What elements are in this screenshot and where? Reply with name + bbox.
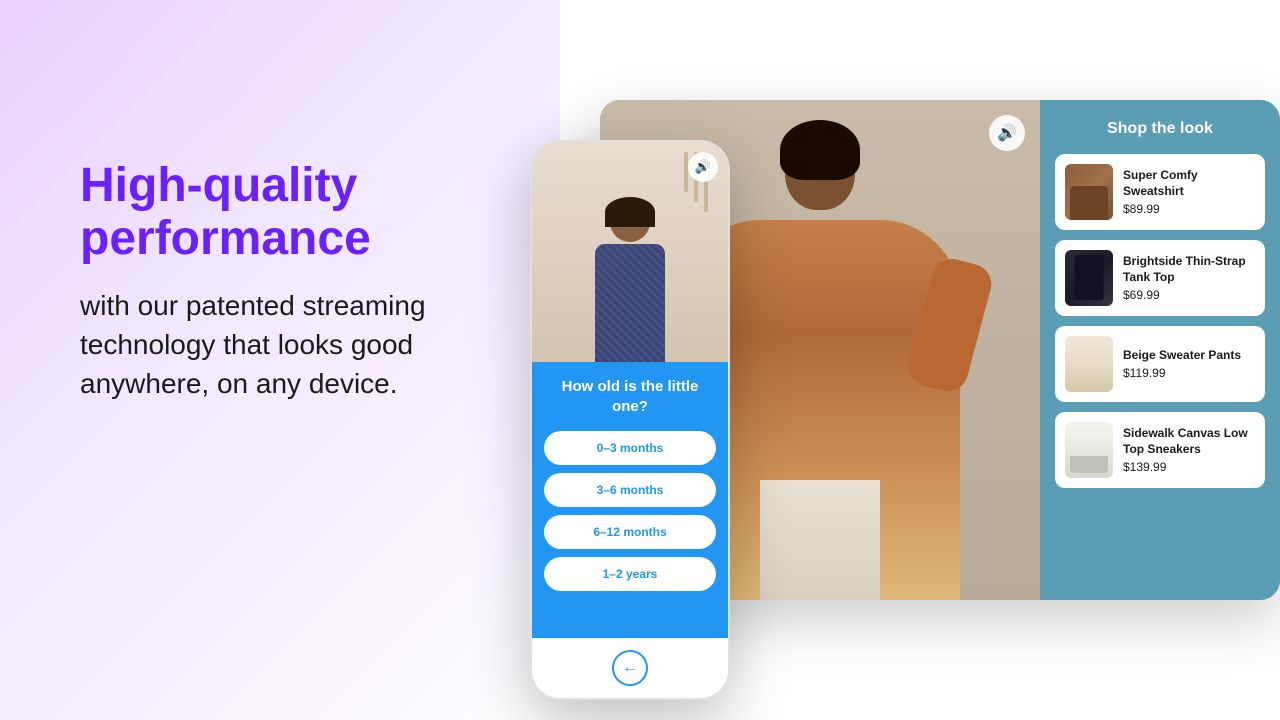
quiz-question: How old is the little one?: [544, 377, 716, 416]
product-thumb-pants: [1065, 336, 1113, 392]
product-info-pants: Beige Sweater Pants $119.99: [1123, 348, 1255, 381]
presenter-hair: [605, 197, 655, 227]
headline-line1: High-quality: [80, 159, 357, 212]
product-info-sweatshirt: Super Comfy Sweatshirt $89.99: [1123, 168, 1255, 216]
product-thumb-tanktop: [1065, 250, 1113, 306]
product-info-tanktop: Brightside Thin-Strap Tank Top $69.99: [1123, 254, 1255, 302]
quiz-option-1[interactable]: 3–6 months: [544, 473, 716, 507]
product-name-sweatshirt: Super Comfy Sweatshirt: [1123, 168, 1255, 199]
decoration-3: [684, 152, 688, 192]
product-name-pants: Beige Sweater Pants: [1123, 348, 1255, 364]
headline-line2: performance: [80, 212, 371, 265]
phone-video-area: 🔊: [532, 142, 728, 362]
presenter-head: [610, 202, 650, 242]
tablet-sound-button[interactable]: 🔊: [989, 115, 1025, 151]
product-card-sweatshirt[interactable]: Super Comfy Sweatshirt $89.99: [1055, 154, 1265, 230]
phone-quiz-area: How old is the little one? 0–3 months 3–6…: [532, 362, 728, 638]
shop-title: Shop the look: [1055, 120, 1265, 138]
phone-sound-button[interactable]: 🔊: [688, 152, 718, 182]
product-name-sneakers: Sidewalk Canvas Low Top Sneakers: [1123, 426, 1255, 457]
presenter-figure: [580, 182, 680, 362]
product-name-tanktop: Brightside Thin-Strap Tank Top: [1123, 254, 1255, 285]
phone-device: 🔊 How old is the little one? 0–3 months 3…: [530, 140, 730, 700]
phone-bottom-nav: ←: [532, 638, 728, 698]
product-thumb-sweatshirt: [1065, 164, 1113, 220]
product-price-sneakers: $139.99: [1123, 460, 1255, 474]
quiz-option-0[interactable]: 0–3 months: [544, 431, 716, 465]
product-thumb-sneakers: [1065, 422, 1113, 478]
product-price-pants: $119.99: [1123, 366, 1255, 380]
headline: High-quality performance: [80, 160, 520, 266]
product-card-tanktop[interactable]: Brightside Thin-Strap Tank Top $69.99: [1055, 240, 1265, 316]
devices-area: 🔊 Shop the look Super Comfy Sweatshirt $8…: [500, 0, 1280, 720]
back-button[interactable]: ←: [612, 650, 648, 686]
subtext: with our patented streaming technology t…: [80, 286, 520, 404]
quiz-option-2[interactable]: 6–12 months: [544, 515, 716, 549]
presenter-body: [595, 244, 665, 362]
shop-panel: Shop the look Super Comfy Sweatshirt $89.…: [1040, 100, 1280, 600]
product-price-tanktop: $69.99: [1123, 288, 1255, 302]
product-card-pants[interactable]: Beige Sweater Pants $119.99: [1055, 326, 1265, 402]
quiz-option-3[interactable]: 1–2 years: [544, 557, 716, 591]
product-info-sneakers: Sidewalk Canvas Low Top Sneakers $139.99: [1123, 426, 1255, 474]
pants: [760, 480, 880, 600]
product-card-sneakers[interactable]: Sidewalk Canvas Low Top Sneakers $139.99: [1055, 412, 1265, 488]
hair: [780, 120, 860, 180]
phone-sound-icon: 🔊: [695, 159, 711, 175]
left-content: High-quality performance with our patent…: [80, 160, 520, 403]
product-price-sweatshirt: $89.99: [1123, 202, 1255, 216]
back-icon: ←: [622, 659, 638, 677]
quiz-options: 0–3 months 3–6 months 6–12 months 1–2 years: [544, 431, 716, 599]
product-list: Super Comfy Sweatshirt $89.99 Brightside T…: [1055, 154, 1265, 488]
tablet-sound-icon: 🔊: [997, 123, 1017, 143]
